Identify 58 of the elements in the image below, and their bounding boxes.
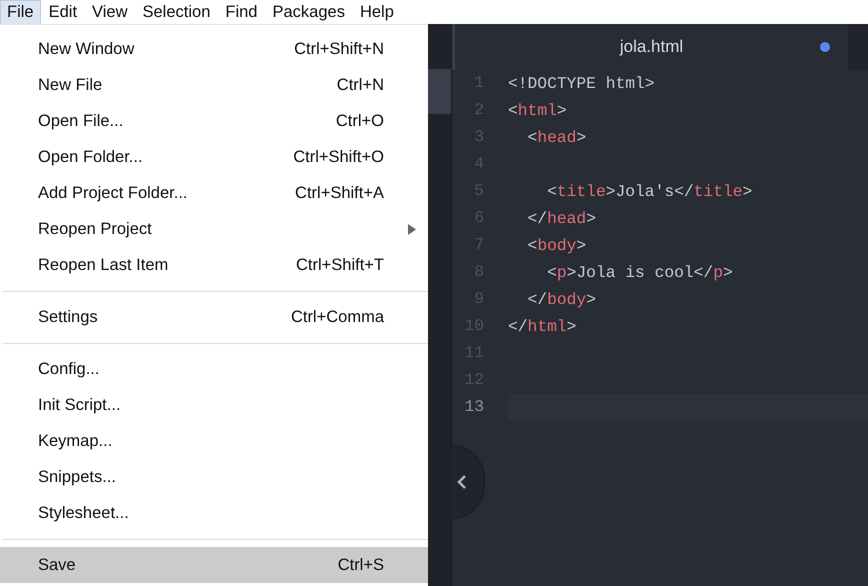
code-line: <title>Jola's</title>	[546, 181, 752, 203]
menu-label: Open File...	[38, 110, 124, 132]
scroll-thumb[interactable]	[428, 69, 451, 114]
shortcut-label: Ctrl+Shift+A	[295, 182, 384, 204]
menu-label: Settings	[38, 306, 99, 328]
menu-entry[interactable]: Config...	[0, 351, 428, 387]
menu-entry[interactable]: Reopen Project	[0, 211, 428, 247]
menu-entry[interactable]: Reopen Last Item Ctrl+Shift+T	[0, 247, 428, 283]
file-tab[interactable]: jola.html	[452, 24, 848, 70]
menu-item[interactable]: File	[0, 0, 41, 24]
menu-entry[interactable]: Add Project Folder... Ctrl+Shift+A	[0, 175, 428, 211]
menu-entry[interactable]: Open File... Ctrl+O	[0, 103, 428, 139]
shortcut-label: Ctrl+O	[336, 110, 384, 132]
menu-label: Open Folder...	[38, 146, 144, 168]
menu-label: New File	[38, 74, 104, 96]
menu-label: Init Script...	[38, 394, 122, 416]
code-line: <!DOCTYPE html>	[508, 73, 655, 95]
menu-entry[interactable]: Open Folder... Ctrl+Shift+O	[0, 139, 428, 175]
menu-item[interactable]: Help	[352, 0, 401, 24]
menu-label: Stylesheet...	[38, 502, 130, 524]
menu-entry[interactable]: Keymap...	[0, 423, 428, 459]
tab-title: jola.html	[620, 36, 684, 58]
menu-item[interactable]: Packages	[266, 0, 352, 24]
shortcut-label: Ctrl+Shift+T	[296, 254, 384, 276]
menu-label: New Window	[38, 38, 136, 60]
menu-entry[interactable]: New Window Ctrl+Shift+N	[0, 31, 428, 67]
menu-entry[interactable]: Settings Ctrl+Comma	[0, 299, 428, 335]
code-line: <html>	[508, 100, 567, 122]
code-line: <body>	[526, 235, 586, 257]
menu-entry[interactable]: Stylesheet...	[0, 495, 428, 531]
line-number: 13	[463, 396, 484, 418]
chevron-left-icon	[457, 475, 467, 489]
submenu-arrow-icon	[408, 224, 416, 235]
menu-item[interactable]: Selection	[136, 0, 218, 24]
menu-item[interactable]: View	[85, 0, 134, 24]
menu-label: Reopen Project	[38, 218, 153, 240]
menu-label: Add Project Folder...	[38, 182, 188, 204]
menu-label: Keymap...	[38, 430, 114, 452]
shortcut-label: Ctrl+Shift+O	[293, 146, 384, 168]
shortcut-label: Ctrl+Shift+N	[294, 38, 384, 60]
shortcut-label: Ctrl+S	[338, 554, 384, 576]
menu-label: Reopen Last Item	[38, 254, 170, 276]
code-line: </body>	[526, 289, 596, 311]
menu-entry[interactable]: New File Ctrl+N	[0, 67, 428, 103]
menu-item[interactable]: Find	[218, 0, 264, 24]
menu-label: Config...	[38, 358, 100, 380]
shortcut-label: Ctrl+N	[336, 74, 384, 96]
menu-entry[interactable]: Init Script...	[0, 387, 428, 423]
code-line: <head>	[526, 127, 586, 149]
code-line: </head>	[526, 208, 596, 230]
menu-label: Snippets...	[38, 466, 117, 488]
code-line: <p>Jola is cool</p>	[546, 262, 733, 284]
menu-entry[interactable]: Snippets...	[0, 459, 428, 495]
menu-label: Save	[38, 554, 77, 576]
menu-item[interactable]: Edit	[42, 0, 84, 24]
menu-entry[interactable]: Save Ctrl+S	[0, 547, 428, 583]
code-line: </html>	[508, 316, 576, 338]
shortcut-label: Ctrl+Comma	[290, 306, 384, 328]
